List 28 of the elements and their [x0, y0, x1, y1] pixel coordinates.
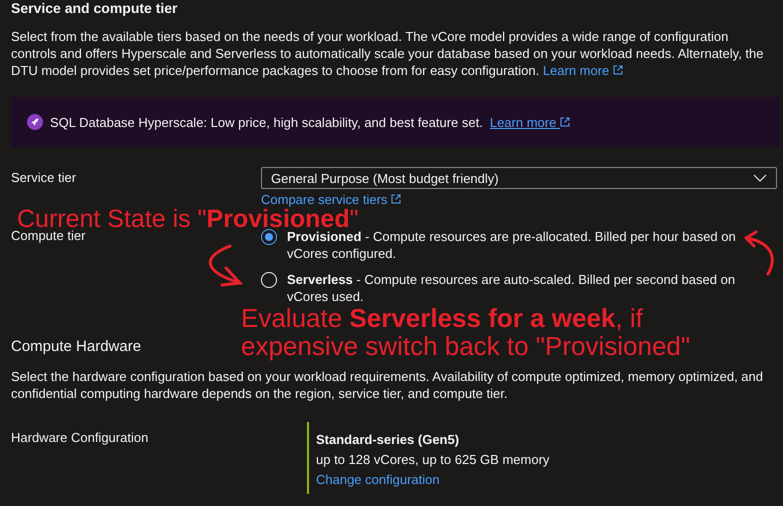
annotation-text: Evaluate Serverless for a week, if expensive switch back to "Provisioned": [241, 304, 692, 360]
curved-arrow-drawing: [744, 230, 774, 276]
section-heading: Compute Hardware: [11, 338, 142, 356]
external-link-icon: [612, 65, 623, 75]
section-title: Service and compute tier: [11, 0, 178, 16]
section-description: Select from the available tiers based on the needs of your workload. The vCore model provides a wide range of configuration controls and offers Hyperscale and Serverless to automatically scale your database based on your workload needs. Alternately, the DTU model provides set price/performance packages to choose from for easy configuration. Learn more: [11, 28, 764, 79]
service-tier-dropdown[interactable]: General Purpose (Most budget friendly): [261, 167, 777, 189]
chevron-down-icon: [753, 174, 767, 182]
learn-more-link[interactable]: Learn more: [490, 114, 570, 130]
annotation-text: Current State is "Provisioned": [17, 207, 358, 231]
option-text: Provisioned - Compute resources are pre-allocated. Billed per hour based on vCores configured.: [287, 228, 737, 262]
rocket-icon: [27, 114, 43, 130]
config-name: Standard-series (Gen5): [316, 431, 460, 449]
external-link-icon: [391, 194, 402, 204]
learn-more-link[interactable]: Learn more: [542, 63, 623, 78]
dropdown-value: General Purpose (Most budget friendly): [271, 170, 499, 186]
external-link-icon: [560, 116, 570, 126]
field-label: Service tier: [11, 170, 76, 185]
curved-arrow-drawing: [208, 244, 242, 286]
field-label: Hardware Configuration: [11, 430, 148, 445]
compare-tiers-link[interactable]: Compare service tiers: [261, 192, 402, 207]
field-label: Compute tier: [11, 228, 86, 243]
banner-text: SQL Database Hyperscale: Low price, high scalability, and best feature set.: [50, 114, 483, 130]
change-configuration-link[interactable]: Change configuration: [316, 472, 440, 487]
option-text: Serverless - Compute resources are auto-scaled. Billed per second based on vCores used.: [287, 271, 736, 305]
radio-button[interactable]: [261, 229, 277, 245]
config-detail: up to 128 vCores, up to 625 GB memory: [316, 451, 550, 469]
section-description: Select the hardware configuration based on your workload requirements. Availability of compute optimized, memory optimized, and confidential computing hardware depends on the region, service tier, and compute tier.: [11, 368, 764, 402]
